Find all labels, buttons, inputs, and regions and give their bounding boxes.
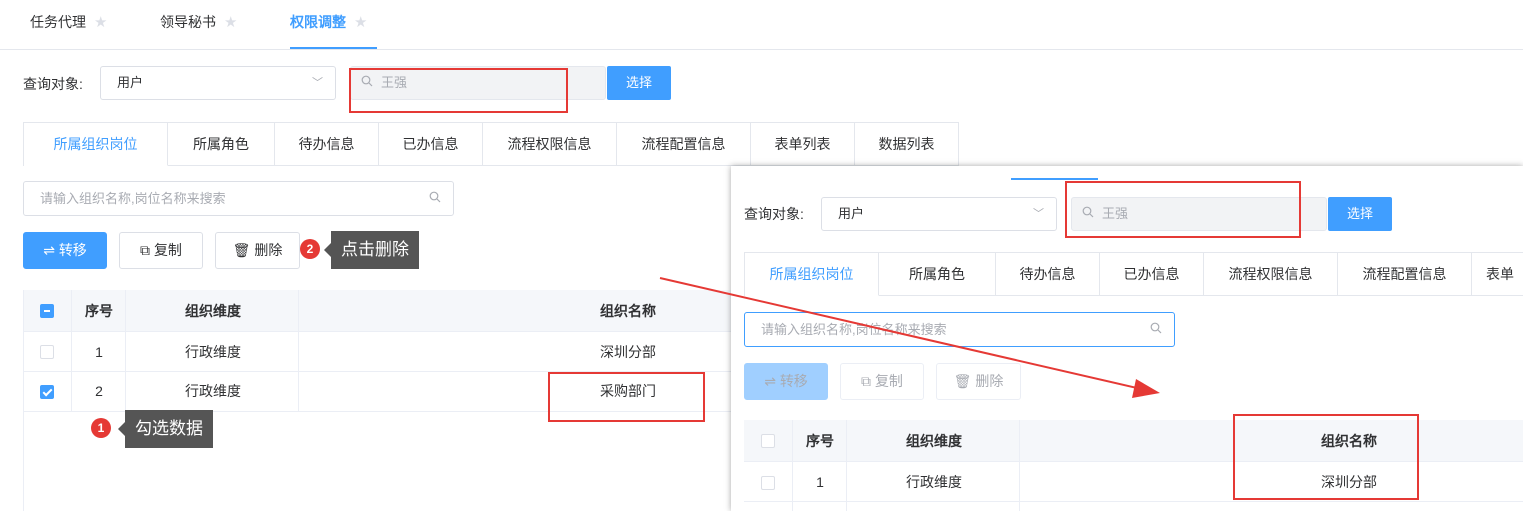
arrow-head: [1132, 379, 1160, 398]
arrow-line: [659, 277, 1151, 392]
arrow-annotation: [659, 277, 1160, 398]
